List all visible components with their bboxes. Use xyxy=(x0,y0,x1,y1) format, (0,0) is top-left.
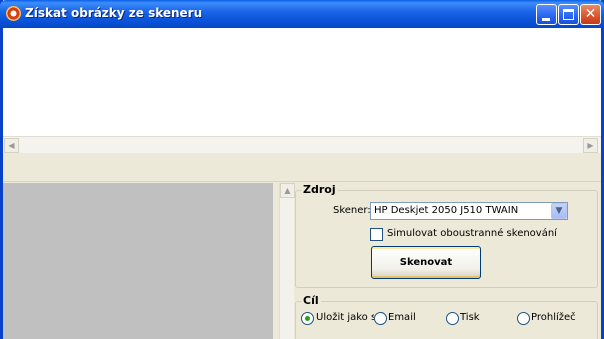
window-title: Získat obrázky ze skeneru xyxy=(25,6,203,20)
scanner-window: Získat obrázky ze skeneru ✕ ◀ ▶ ▲ Zdroj … xyxy=(0,0,604,339)
target-group-legend: Cíl xyxy=(301,294,321,307)
source-group: Zdroj Skener: HP Deskjet 2050 J510 TWAIN… xyxy=(295,183,598,288)
close-button[interactable]: ✕ xyxy=(580,4,601,25)
scanner-select[interactable]: HP Deskjet 2050 J510 TWAIN ▼ xyxy=(370,202,568,220)
chevron-down-icon[interactable]: ▼ xyxy=(551,203,567,219)
radio-email-label[interactable]: Email xyxy=(388,312,416,323)
maximize-button[interactable] xyxy=(558,4,579,25)
duplex-checkbox[interactable] xyxy=(370,228,383,241)
radio-viewer-label[interactable]: Prohlížeč xyxy=(531,312,576,323)
radio-save-as-file-label[interactable]: Uložit jako sou xyxy=(316,312,374,323)
target-group: Cíl Uložit jako sou Email Tisk Prohlížeč xyxy=(295,294,598,339)
radio-print-label[interactable]: Tisk xyxy=(460,312,480,323)
scanner-label: Skener: xyxy=(333,205,371,216)
close-icon: ✕ xyxy=(584,6,597,22)
scan-button-label: Skenovat xyxy=(399,257,453,268)
scan-button[interactable]: Skenovat xyxy=(371,246,481,279)
scroll-left-icon[interactable]: ◀ xyxy=(4,138,19,153)
title-bar[interactable]: Získat obrázky ze skeneru ✕ xyxy=(0,0,604,28)
scroll-right-icon[interactable]: ▶ xyxy=(583,138,598,153)
scanner-select-value: HP Deskjet 2050 J510 TWAIN xyxy=(374,205,519,216)
thumbnails-vertical-scrollbar[interactable]: ▲ xyxy=(279,183,295,339)
scanned-thumbnails-panel[interactable] xyxy=(3,183,273,339)
maximize-icon xyxy=(563,9,574,20)
scan-preview-area xyxy=(3,28,601,138)
radio-email[interactable] xyxy=(374,312,387,325)
preview-horizontal-scrollbar[interactable]: ◀ ▶ xyxy=(3,136,601,153)
source-group-legend: Zdroj xyxy=(301,183,338,196)
minimize-icon xyxy=(542,18,550,21)
radio-save-as-file[interactable] xyxy=(301,312,314,325)
duplex-checkbox-label[interactable]: Simulovat oboustranné skenování xyxy=(387,228,557,239)
radio-print[interactable] xyxy=(446,312,459,325)
scroll-up-icon[interactable]: ▲ xyxy=(280,183,295,198)
toolbar-band xyxy=(3,154,601,182)
minimize-button[interactable] xyxy=(536,4,557,25)
scanner-app-icon[interactable] xyxy=(6,6,21,21)
radio-viewer[interactable] xyxy=(517,312,530,325)
radio-selected-dot xyxy=(305,316,310,321)
